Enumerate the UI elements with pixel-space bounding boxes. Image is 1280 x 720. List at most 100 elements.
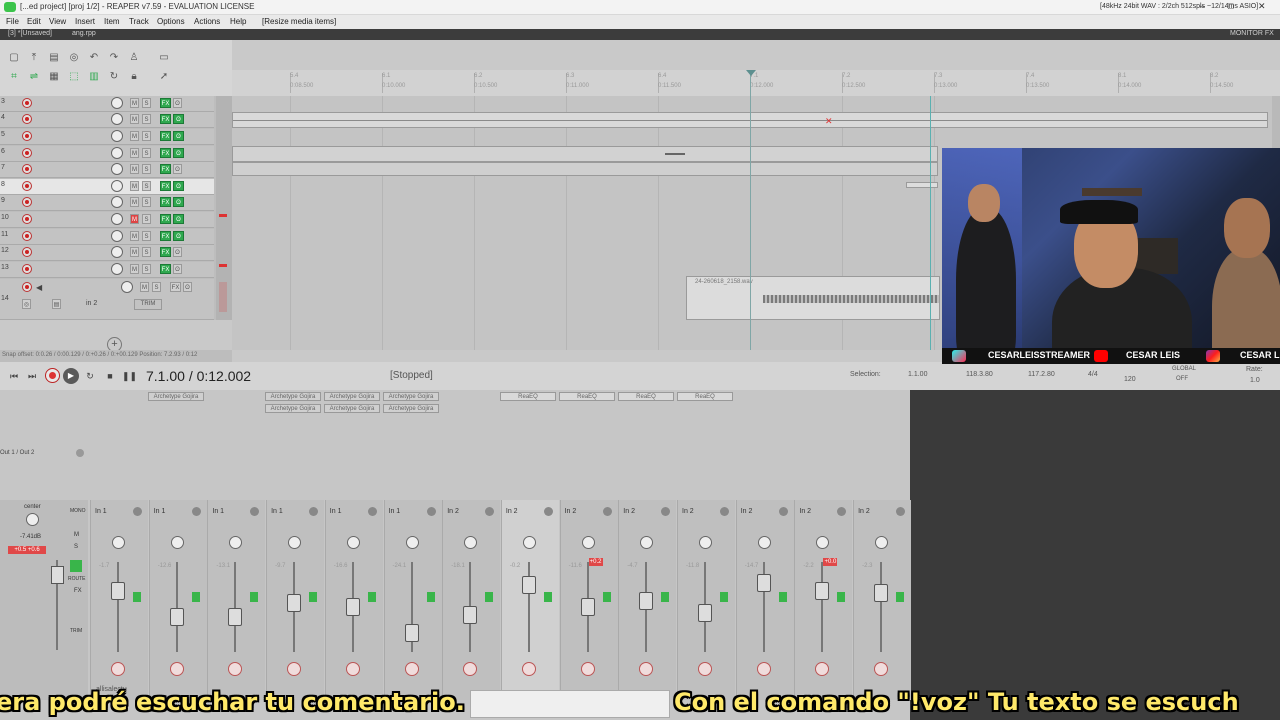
volume-knob[interactable] bbox=[111, 97, 123, 109]
phase-button[interactable]: ʘ bbox=[173, 148, 184, 158]
trim-button[interactable]: TRIM bbox=[134, 299, 162, 310]
record-arm-button[interactable] bbox=[345, 662, 360, 676]
fx-slot[interactable]: Archetype Gojira bbox=[324, 392, 380, 401]
volume-knob[interactable] bbox=[111, 147, 123, 159]
playhead[interactable] bbox=[750, 70, 751, 350]
volume-fader[interactable] bbox=[345, 598, 360, 616]
mute-button[interactable]: M bbox=[130, 231, 139, 241]
record-arm-button[interactable] bbox=[22, 114, 32, 124]
master-mono-button[interactable]: MONO bbox=[70, 508, 86, 514]
record-arm-button[interactable] bbox=[463, 662, 478, 676]
strip-input-label[interactable]: In 2 bbox=[858, 508, 870, 515]
record-arm-button[interactable] bbox=[756, 662, 771, 676]
phase-button[interactable]: ʘ bbox=[183, 282, 192, 292]
record-arm-button[interactable] bbox=[404, 662, 419, 676]
solo-button[interactable]: S bbox=[142, 164, 151, 174]
solo-button[interactable]: S bbox=[142, 148, 151, 158]
pan-knob[interactable] bbox=[346, 536, 360, 549]
solo-button[interactable]: S bbox=[142, 181, 151, 191]
fx-slot[interactable]: Archetype Gojira bbox=[265, 404, 321, 413]
pan-knob[interactable] bbox=[112, 536, 125, 549]
strip-input-label[interactable]: In 2 bbox=[565, 508, 577, 515]
fx-button[interactable]: FX bbox=[160, 114, 171, 124]
master-trim-button[interactable]: TRIM bbox=[70, 628, 82, 634]
project-settings-icon[interactable]: ◎ bbox=[68, 52, 80, 64]
volume-knob[interactable] bbox=[111, 246, 123, 258]
record-arm-button[interactable] bbox=[22, 148, 32, 158]
strip-input-label[interactable]: In 2 bbox=[741, 508, 753, 515]
pan-knob[interactable] bbox=[522, 536, 536, 549]
menu-track[interactable]: Track bbox=[129, 17, 149, 26]
solo-button[interactable]: S bbox=[142, 231, 151, 241]
rate-value[interactable]: 1.0 bbox=[1250, 377, 1260, 384]
volume-fader[interactable] bbox=[111, 582, 125, 600]
mute-button[interactable]: M bbox=[130, 181, 139, 191]
volume-fader[interactable] bbox=[228, 608, 243, 626]
master-solo-button[interactable]: S bbox=[74, 544, 78, 550]
master-fader[interactable] bbox=[51, 566, 64, 584]
selection-length[interactable]: 117.2.80 bbox=[1028, 371, 1055, 378]
monitor-button[interactable]: ◎ bbox=[22, 299, 31, 309]
fx-button[interactable]: FX bbox=[160, 181, 171, 191]
tempo-bpm[interactable]: 120 bbox=[1124, 376, 1136, 383]
peak-indicator[interactable]: +0.0 bbox=[823, 558, 838, 566]
open-project-icon[interactable]: ⤒ bbox=[28, 52, 40, 64]
fx-slot[interactable]: ReaEQ bbox=[618, 392, 674, 401]
fx-button[interactable]: FX bbox=[160, 214, 171, 224]
menu-edit[interactable]: Edit bbox=[27, 17, 41, 26]
record-arm-button[interactable] bbox=[22, 231, 32, 241]
track-row[interactable]: 10 M S FX ʘ bbox=[0, 212, 214, 228]
fx-slot[interactable]: Archetype Gojira bbox=[383, 404, 439, 413]
time-display[interactable]: 7.1.00 / 0:12.002 bbox=[146, 368, 251, 384]
solo-button[interactable]: S bbox=[142, 114, 151, 124]
record-arm-button[interactable] bbox=[22, 164, 32, 174]
input-dropdown-icon[interactable] bbox=[250, 507, 260, 516]
solo-button[interactable]: S bbox=[142, 247, 151, 257]
input-dropdown-icon[interactable] bbox=[309, 507, 319, 516]
input-dropdown-icon[interactable] bbox=[778, 507, 788, 516]
record-arm-button[interactable] bbox=[815, 662, 830, 676]
input-select[interactable]: in 2 bbox=[86, 300, 97, 307]
solo-button[interactable]: S bbox=[142, 264, 151, 274]
close-button[interactable]: ✕ bbox=[1258, 1, 1266, 12]
input-dropdown-icon[interactable] bbox=[543, 507, 553, 516]
envelope-icon[interactable]: ▥ bbox=[88, 71, 100, 83]
record-arm-button[interactable] bbox=[169, 662, 184, 676]
menu-actions[interactable]: Actions bbox=[194, 17, 220, 26]
new-project-icon[interactable]: ▢ bbox=[8, 52, 20, 64]
phase-button[interactable]: ʘ bbox=[173, 114, 184, 124]
menu-insert[interactable]: Insert bbox=[75, 17, 95, 26]
pan-knob[interactable] bbox=[875, 536, 889, 549]
pan-knob[interactable] bbox=[581, 536, 595, 549]
volume-knob[interactable] bbox=[111, 196, 123, 208]
input-dropdown-icon[interactable] bbox=[720, 507, 729, 516]
record-arm-button[interactable] bbox=[22, 282, 32, 292]
phase-button[interactable]: ʘ bbox=[173, 181, 184, 191]
record-arm-button[interactable] bbox=[22, 247, 32, 257]
record-arm-button[interactable] bbox=[111, 662, 125, 676]
mute-button[interactable]: M bbox=[130, 197, 139, 207]
grid-icon[interactable]: ▦ bbox=[48, 71, 60, 83]
media-item[interactable] bbox=[232, 162, 938, 176]
pan-knob[interactable] bbox=[229, 536, 243, 549]
track-row-selected[interactable]: 8 M S FX ʘ bbox=[0, 179, 214, 195]
menu-help[interactable]: Help bbox=[230, 17, 246, 26]
speaker-icon[interactable]: ◀ bbox=[36, 283, 42, 292]
mute-button[interactable]: M bbox=[130, 164, 139, 174]
track-row[interactable]: 6 M S FX ʘ bbox=[0, 146, 214, 162]
stop-icon[interactable]: ■ bbox=[104, 370, 116, 382]
tab-other-project[interactable]: ang.rpp bbox=[72, 30, 96, 37]
toolbar-blank-icon[interactable]: ▭ bbox=[158, 52, 170, 64]
strip-input-label[interactable]: In 1 bbox=[212, 508, 224, 515]
menu-item[interactable]: Item bbox=[104, 17, 120, 26]
strip-input-label[interactable]: In 1 bbox=[389, 508, 401, 515]
mute-button[interactable]: M bbox=[130, 131, 139, 141]
track-row[interactable]: 13 M S FX ʘ bbox=[0, 262, 214, 278]
menu-file[interactable]: File bbox=[6, 17, 19, 26]
solo-button[interactable]: S bbox=[142, 197, 151, 207]
record-arm-button[interactable] bbox=[698, 662, 712, 676]
mute-button[interactable]: M bbox=[130, 264, 139, 274]
fx-button[interactable]: FX bbox=[170, 282, 181, 292]
track-row[interactable]: 11 M S FX ʘ bbox=[0, 229, 214, 245]
fx-button[interactable]: FX bbox=[160, 164, 171, 174]
